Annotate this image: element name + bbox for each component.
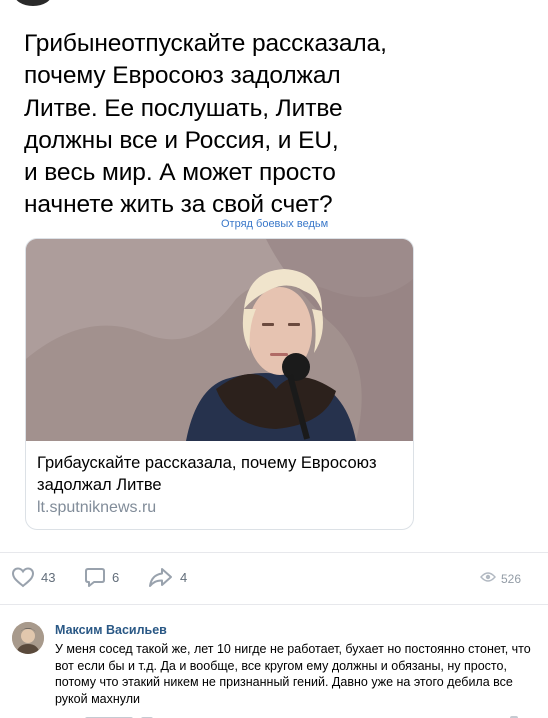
comment-bubble-icon	[84, 566, 106, 588]
share-count: 4	[180, 569, 188, 585]
share-button[interactable]: 4	[148, 566, 187, 588]
comment-count: 6	[112, 569, 120, 585]
heart-icon	[11, 566, 35, 588]
comment-author-name[interactable]: Максим Васильев	[55, 623, 167, 637]
comment-footer	[55, 708, 525, 718]
post-text: Грибынеотпускайте рассказала, почему Евр…	[24, 30, 387, 219]
link-preview-card[interactable]: Грибаускайте рассказала, почему Евросоюз…	[25, 238, 414, 530]
eye-icon	[480, 570, 496, 588]
comment-text: У меня сосед такой же, лет 10 нигде не р…	[55, 642, 531, 706]
link-preview-domain[interactable]: lt.sputniknews.ru	[37, 499, 156, 517]
views-count: 526	[501, 572, 522, 586]
post-author-avatar[interactable]	[14, 0, 52, 6]
like-button[interactable]: 43	[11, 566, 55, 588]
link-preview-image[interactable]	[26, 239, 413, 441]
watermark-caption: Отряд боевых ведьм	[221, 218, 329, 230]
views-counter: 526	[480, 570, 521, 588]
divider	[0, 552, 548, 553]
link-preview-title[interactable]: Грибаускайте рассказала, почему Евросоюз…	[37, 452, 407, 496]
share-arrow-icon	[148, 566, 174, 588]
like-count: 43	[41, 569, 56, 585]
comment-author-avatar[interactable]	[12, 622, 44, 654]
divider	[0, 604, 548, 605]
comment-button[interactable]: 6	[84, 566, 119, 588]
